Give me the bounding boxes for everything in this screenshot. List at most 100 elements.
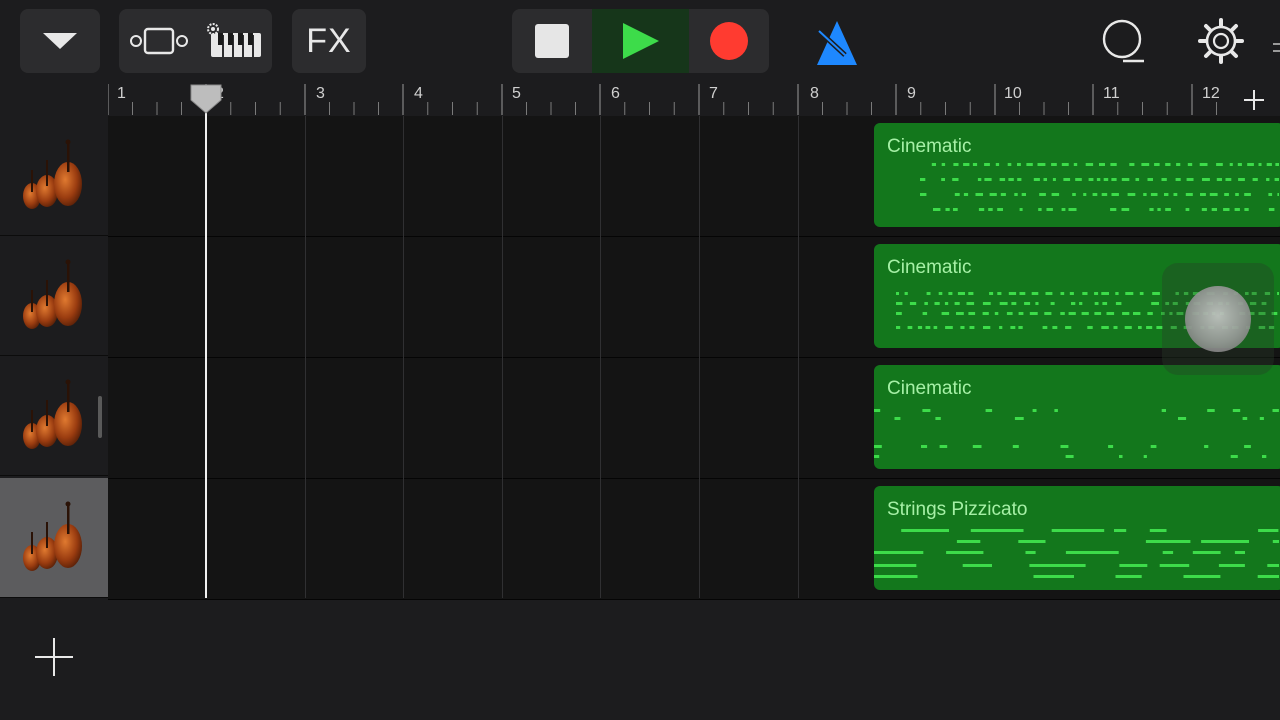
track-header-4[interactable] [0,478,108,598]
midi-note [953,208,958,211]
midi-note [1031,292,1039,295]
midi-note [924,302,928,305]
midi-note [1237,163,1242,166]
midi-note [874,564,917,567]
midi-note [1060,445,1069,448]
record-button[interactable] [689,9,769,73]
midi-note [1149,208,1154,211]
midi-note [1014,417,1024,420]
midi-note [1079,302,1083,305]
midi-note [1029,312,1038,315]
midi-note [1083,193,1087,196]
midi-note [954,302,960,305]
midi-note [1071,302,1076,305]
midi-note [1024,302,1031,305]
midi-note [1207,409,1215,412]
midi-note [939,445,948,448]
region-4[interactable]: Strings Pizzicato [874,486,1280,590]
midi-note [1147,312,1153,315]
view-toggle-group [119,9,272,73]
midi-note [1224,193,1229,196]
midi-note [968,312,976,315]
add-track-button[interactable] [24,632,84,682]
tracks-view-button[interactable] [123,9,195,73]
bar-line [403,116,404,598]
bar-line [600,116,601,598]
midi-note [970,529,1024,532]
play-button[interactable] [592,9,689,73]
midi-note [926,292,931,295]
strings-icon [23,501,82,571]
my-songs-dropdown-button[interactable] [20,9,100,73]
midi-note [1202,178,1210,181]
plus-icon [35,638,73,676]
midi-note [995,163,1000,166]
track-header-2[interactable] [0,236,108,356]
track-header-1[interactable] [0,116,108,236]
midi-note [1133,312,1141,315]
midi-note [1108,445,1114,448]
midi-note [1035,302,1039,305]
bar-line [798,116,799,598]
midi-note [1051,193,1060,196]
midi-note [1176,163,1181,166]
midi-note [1262,455,1267,458]
midi-note [1127,193,1136,196]
bar-ruler[interactable]: 1 2 3 4 5 6 7 8 9 10 11 12 [108,84,1280,116]
midi-note [1032,409,1037,412]
ruler-bar-3: 3 [316,85,325,102]
midi-note [954,193,960,196]
midi-note [1235,193,1239,196]
midi-note [945,208,950,211]
midi-note [922,409,931,412]
midi-note [1011,302,1017,305]
midi-note [983,326,991,329]
midi-note [1106,312,1115,315]
midi-note [1039,193,1046,196]
edge-handle [1273,41,1280,55]
record-icon [710,22,748,60]
loop-browser-button[interactable] [1094,12,1152,70]
region-3[interactable]: Cinematic [874,365,1280,469]
midi-note [917,326,923,329]
metronome-button[interactable] [808,14,866,70]
stop-button[interactable] [512,9,592,73]
midi-note [1165,163,1171,166]
midi-note [1275,163,1279,166]
add-section-button[interactable] [1228,84,1280,116]
midi-note [1150,193,1158,196]
midi-note [1008,178,1014,181]
midi-note [1234,551,1245,554]
midi-note [963,163,970,166]
playhead-handle-icon[interactable] [190,84,222,114]
scroll-indicator[interactable] [98,396,102,438]
midi-note [1018,540,1046,543]
midi-note [1266,163,1272,166]
instrument-view-button[interactable] [199,9,269,73]
midi-note [1044,312,1052,315]
region-1[interactable]: Cinematic [874,123,1280,227]
midi-note [901,529,949,532]
midi-note [966,302,975,305]
playhead[interactable] [205,98,207,598]
midi-note [1021,193,1026,196]
midi-notes [874,409,1279,458]
midi-note [1244,193,1251,196]
midi-note [941,163,946,166]
midi-note [1223,208,1230,211]
fx-button[interactable]: FX [292,9,366,73]
midi-note [1272,540,1279,543]
ruler-bar-7: 7 [709,85,718,102]
midi-note [1258,529,1279,532]
midi-note [1018,326,1023,329]
tracks-area[interactable]: Cinematic Cinematic Cinematic Strings Pi… [108,116,1280,720]
ruler-bar-10: 10 [1004,85,1022,102]
midi-note [1125,292,1134,295]
midi-note [978,208,985,211]
midi-note [1152,292,1160,295]
gear-icon [1198,18,1244,64]
midi-note [1157,208,1161,211]
track-header-3[interactable] [0,356,108,476]
settings-button[interactable] [1192,12,1250,70]
midi-note [1242,417,1248,420]
